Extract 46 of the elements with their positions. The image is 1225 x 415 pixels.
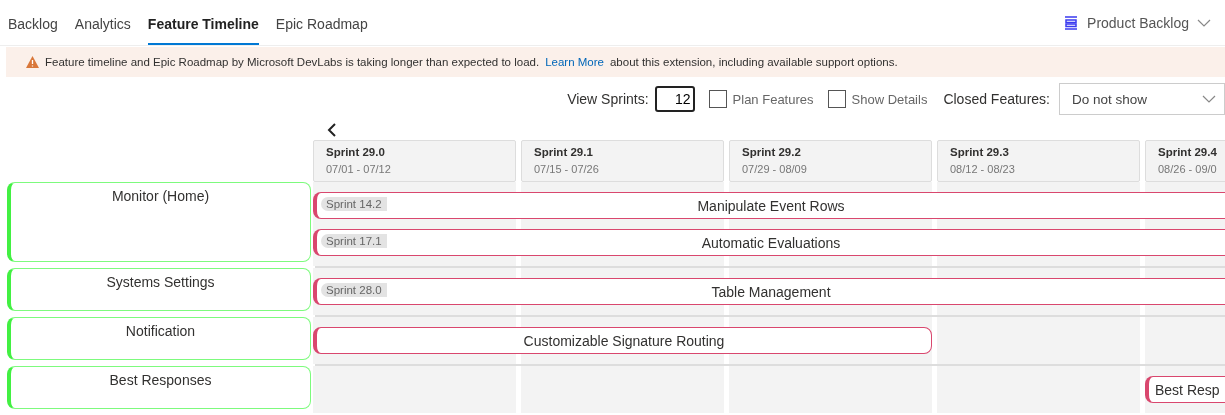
sprint-dates: 08/26 - 09/0 bbox=[1158, 163, 1217, 175]
feature-title: Best Resp bbox=[1154, 381, 1220, 398]
feature-bar[interactable]: Customizable Signature Routing bbox=[313, 327, 932, 354]
checkbox[interactable] bbox=[827, 90, 846, 108]
feature-title: Customizable Signature Routing bbox=[523, 332, 725, 349]
sprint-tag: Sprint 14.2 bbox=[321, 197, 387, 211]
feature-bar[interactable]: Sprint 17.1 Automatic Evaluations bbox=[313, 229, 1225, 256]
epic-card[interactable]: Notification bbox=[7, 317, 311, 360]
feature-title: Table Management bbox=[711, 283, 831, 300]
banner-text: Feature timeline and Epic Roadmap by Microsoft DevLabs is taking longer than expected to load. bbox=[45, 56, 540, 68]
sprint-tag: Sprint 17.1 bbox=[321, 234, 387, 248]
checkbox-label: Plan Features bbox=[732, 91, 814, 107]
feature-bar[interactable]: Sprint 28.0 Table Management bbox=[313, 278, 1225, 305]
feature-bar[interactable]: Best Resp bbox=[1145, 376, 1225, 403]
warning-icon bbox=[26, 56, 39, 68]
sprint-name: Sprint 29.0 bbox=[326, 146, 386, 158]
closed-features-label: Closed Features: bbox=[943, 91, 1050, 107]
sprint-dates: 08/12 - 08/23 bbox=[950, 163, 1016, 175]
chevron-left-icon[interactable] bbox=[325, 123, 339, 137]
tab[interactable]: Backlog bbox=[8, 16, 58, 45]
sprint-name: Sprint 29.2 bbox=[742, 146, 802, 158]
closed-features-dropdown[interactable]: Do not show bbox=[1059, 83, 1225, 115]
sprint-tag: Sprint 28.0 bbox=[321, 283, 387, 297]
tab[interactable]: Epic Roadmap bbox=[275, 16, 368, 45]
chevron-down-icon bbox=[1197, 19, 1211, 27]
feature-title: Automatic Evaluations bbox=[701, 234, 841, 251]
view-sprints-field[interactable]: 12 bbox=[654, 86, 695, 112]
banner-text: about this extension, including available support options. bbox=[609, 56, 898, 68]
view-sprints-label: View Sprints: bbox=[567, 91, 649, 107]
checkbox-label: Show Details bbox=[851, 91, 928, 107]
backlog-picker[interactable]: Product Backlog bbox=[1057, 14, 1217, 45]
sprint-dates: 07/15 - 07/26 bbox=[534, 163, 600, 175]
checkbox[interactable] bbox=[708, 90, 727, 108]
sprint-name: Sprint 29.4 bbox=[1158, 146, 1217, 158]
learn-more-link[interactable]: Learn More bbox=[545, 56, 604, 68]
epic-card[interactable]: Systems Settings bbox=[7, 268, 311, 311]
sprint-dates: 07/01 - 07/12 bbox=[326, 163, 392, 175]
sprint-name: Sprint 29.3 bbox=[950, 146, 1010, 158]
tab[interactable]: Analytics bbox=[74, 16, 131, 45]
feature-title: Manipulate Event Rows bbox=[697, 197, 845, 214]
tab[interactable]: Feature Timeline bbox=[147, 16, 259, 45]
feature-bar[interactable]: Sprint 14.2 Manipulate Event Rows bbox=[313, 192, 1225, 219]
chevron-down-icon bbox=[1202, 95, 1216, 103]
sprint-name: Sprint 29.1 bbox=[534, 146, 594, 158]
sprint-dates: 07/29 - 08/09 bbox=[742, 163, 808, 175]
backlog-icon bbox=[1063, 15, 1080, 31]
